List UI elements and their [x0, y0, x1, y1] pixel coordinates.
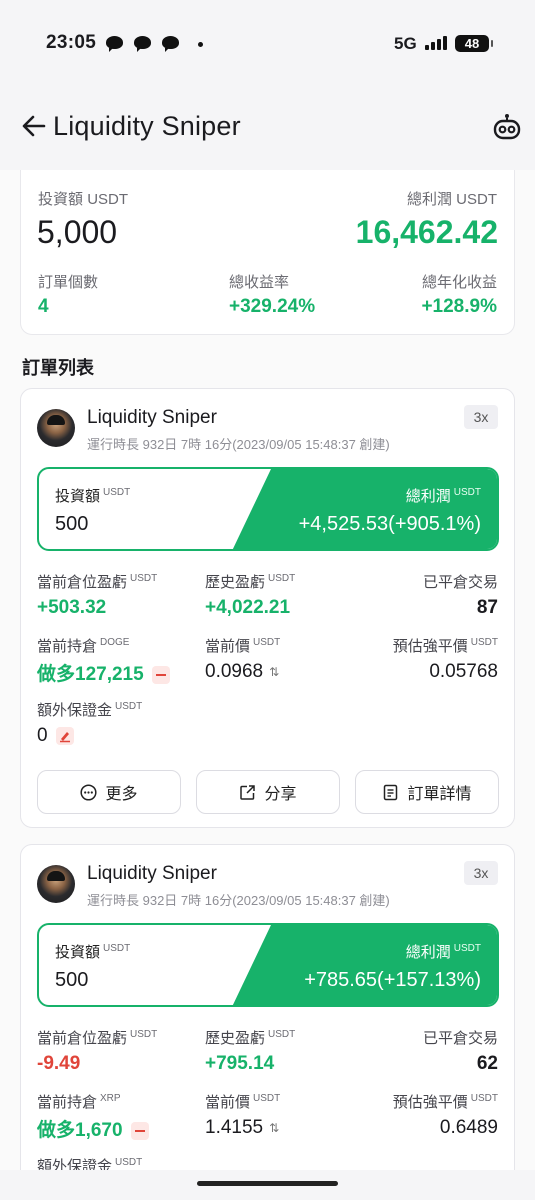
- order-card[interactable]: Liquidity Sniper 運行時長 932日 7時 16分(2023/0…: [20, 388, 515, 828]
- order-runtime: 運行時長 932日 7時 16分(2023/09/05 15:48:37 創建): [87, 893, 390, 908]
- reduce-position-button[interactable]: [130, 1121, 149, 1140]
- share-button-label: 分享: [264, 786, 297, 803]
- position-pnl-label: 當前倉位盈虧 USDT: [37, 573, 158, 591]
- banner-invest-value: 500: [55, 513, 89, 535]
- status-bar: 23:05 5G 48: [0, 0, 535, 90]
- price-value: 1.4155 ⇅: [205, 1117, 280, 1138]
- signal-icon: [425, 36, 447, 50]
- liquidation-price-label: 預估強平價 USDT: [392, 637, 498, 655]
- price-label: 當前價 USDT: [205, 637, 281, 655]
- document-icon: [384, 784, 398, 800]
- extra-margin-value: 0: [37, 725, 74, 747]
- investment-label: 投資額 USDT: [38, 191, 129, 208]
- nav-bar: Liquidity Sniper: [0, 90, 535, 170]
- toggle-icon[interactable]: ⇅: [269, 665, 279, 679]
- holding-label: 當前持倉 XRP: [37, 1093, 121, 1111]
- return-value: +329.24%: [229, 296, 316, 317]
- order-name: Liquidity Sniper: [87, 863, 217, 884]
- more-button[interactable]: 更多: [37, 770, 181, 814]
- leverage-badge: 3x: [464, 861, 498, 885]
- avatar: [37, 865, 75, 903]
- profit-banner: 投資額 USDT 500 總利潤 USDT +4,525.53(+905.1%): [37, 467, 499, 551]
- robot-icon[interactable]: [492, 112, 522, 142]
- status-time: 23:05: [46, 32, 97, 53]
- banner-green-shape: [232, 469, 497, 549]
- orders-value: 4: [38, 296, 49, 317]
- banner-green-shape: [232, 925, 497, 1005]
- chat-notification-icon: [162, 36, 179, 52]
- banner-profit-label: 總利潤 USDT: [405, 943, 481, 961]
- annual-return-label: 總年化收益: [421, 274, 497, 291]
- home-indicator[interactable]: [197, 1181, 338, 1186]
- position-pnl-value: -9.49: [37, 1053, 81, 1074]
- more-dots-icon: [80, 783, 98, 801]
- order-list-title: 訂單列表: [22, 358, 94, 378]
- closed-trades-label: 已平倉交易: [422, 574, 498, 591]
- extra-margin-label: 額外保證金 USDT: [37, 1157, 143, 1170]
- annual-return-value: +128.9%: [421, 296, 497, 317]
- banner-invest-label: 投資額 USDT: [55, 943, 131, 961]
- order-card[interactable]: Liquidity Sniper 運行時長 932日 7時 16分(2023/0…: [20, 844, 515, 1170]
- order-runtime: 運行時長 932日 7時 16分(2023/09/05 15:48:37 創建): [87, 437, 390, 452]
- extra-margin-label: 額外保證金 USDT: [37, 701, 143, 719]
- price-label: 當前價 USDT: [205, 1093, 281, 1111]
- back-arrow-icon[interactable]: [20, 112, 48, 140]
- network-type: 5G: [394, 34, 417, 53]
- closed-trades-label: 已平倉交易: [422, 1030, 498, 1047]
- return-label: 總收益率: [229, 274, 290, 291]
- order-name: Liquidity Sniper: [87, 407, 217, 428]
- liquidation-price-value: 0.6489: [439, 1117, 498, 1138]
- holding-label: 當前持倉 DOGE: [37, 637, 130, 655]
- avatar: [37, 409, 75, 447]
- content-scroll[interactable]: 投資額 USDT 5,000 總利潤 USDT 16,462.42 訂單個數 4…: [0, 170, 535, 1170]
- banner-profit-value: +4,525.53(+905.1%): [298, 513, 481, 535]
- history-pnl-value: +4,022.21: [205, 597, 291, 618]
- history-pnl-value: +795.14: [205, 1053, 275, 1074]
- share-button[interactable]: 分享: [196, 770, 340, 814]
- toggle-icon[interactable]: ⇅: [269, 1121, 279, 1135]
- orders-label: 訂單個數: [38, 274, 99, 291]
- holding-value: 做多127,215: [37, 659, 170, 686]
- reduce-position-button[interactable]: [151, 665, 170, 684]
- price-value: 0.0968 ⇅: [205, 661, 280, 682]
- banner-invest-label: 投資額 USDT: [55, 487, 131, 505]
- banner-invest-value: 500: [55, 969, 89, 991]
- profit-value: 16,462.42: [355, 214, 498, 250]
- notification-icons: [106, 36, 179, 52]
- profit-banner: 投資額 USDT 500 總利潤 USDT +785.65(+157.13%): [37, 923, 499, 1007]
- battery-icon: 48: [455, 35, 493, 52]
- summary-card: 投資額 USDT 5,000 總利潤 USDT 16,462.42 訂單個數 4…: [20, 170, 515, 335]
- profit-label: 總利潤 USDT: [406, 191, 497, 208]
- edit-margin-icon[interactable]: [55, 726, 74, 745]
- position-pnl-label: 當前倉位盈虧 USDT: [37, 1029, 158, 1047]
- history-pnl-label: 歷史盈虧 USDT: [205, 1029, 296, 1047]
- more-notifications-dot-icon: [198, 42, 203, 47]
- closed-trades-value: 62: [476, 1053, 498, 1074]
- closed-trades-value: 87: [476, 597, 498, 618]
- chat-notification-icon: [134, 36, 151, 52]
- liquidation-price-label: 預估強平價 USDT: [392, 1093, 498, 1111]
- share-icon: [240, 784, 256, 800]
- order-detail-button[interactable]: 訂單詳情: [355, 770, 499, 814]
- banner-profit-label: 總利潤 USDT: [405, 487, 481, 505]
- chat-notification-icon: [106, 36, 123, 52]
- order-detail-button-label: 訂單詳情: [407, 786, 472, 803]
- liquidation-price-value: 0.05768: [429, 661, 498, 682]
- position-pnl-value: +503.32: [37, 597, 107, 618]
- leverage-badge: 3x: [464, 405, 498, 429]
- banner-profit-value: +785.65(+157.13%): [304, 969, 481, 991]
- more-button-label: 更多: [105, 786, 138, 803]
- investment-value: 5,000: [37, 214, 118, 250]
- holding-value: 做多1,670: [37, 1115, 149, 1142]
- history-pnl-label: 歷史盈虧 USDT: [205, 573, 296, 591]
- page-title: Liquidity Sniper: [53, 111, 241, 141]
